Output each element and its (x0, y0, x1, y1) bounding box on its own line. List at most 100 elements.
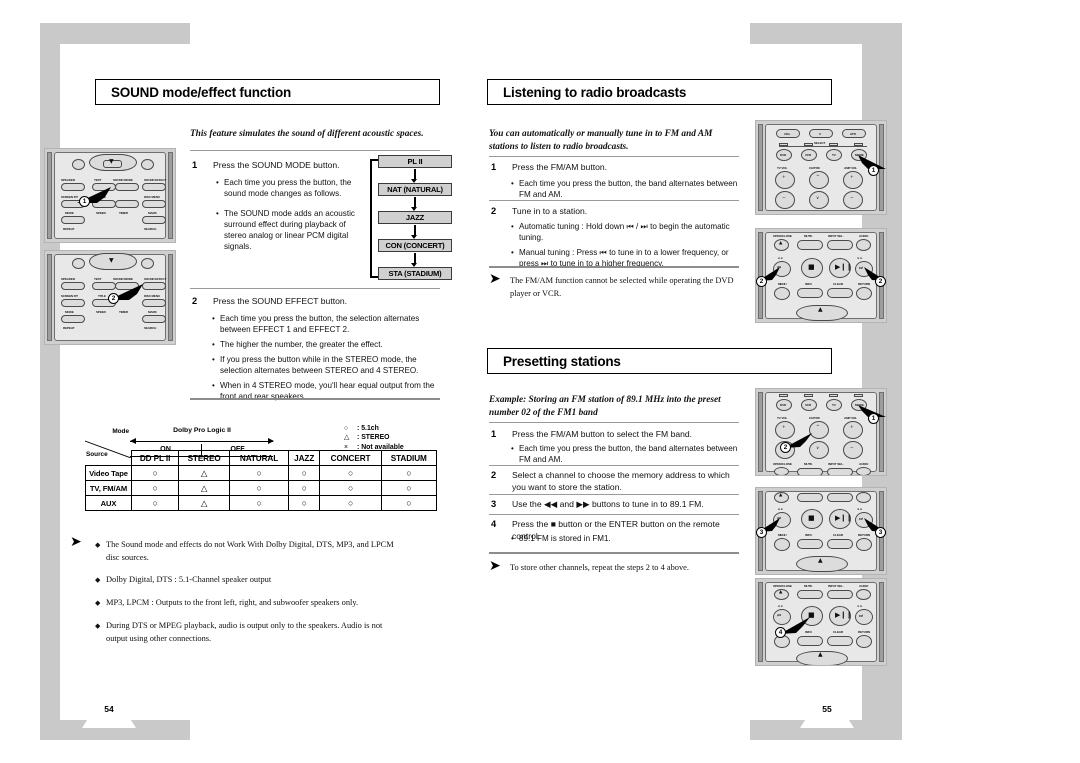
sound-effect-button[interactable] (142, 282, 166, 290)
mute-button[interactable] (797, 493, 823, 502)
menu-button[interactable] (774, 287, 790, 300)
callout-number: 1 (868, 165, 879, 176)
table-row: TV, FM/AM ○ △ ○ ○ ○ ○ (85, 480, 438, 496)
info-button[interactable] (797, 288, 823, 298)
info-button[interactable] (797, 636, 823, 646)
section-header-presetting-stations: Presetting stations (487, 348, 832, 374)
play-pause-icon: ▶❙❙ (835, 263, 853, 271)
mute-button[interactable] (797, 468, 823, 475)
eject-icon: ▲ (779, 493, 783, 498)
remote-illustration-sound-effect: ▼ SPEAKER TEST SOUND MODE SOUND EFFECT S… (44, 250, 176, 345)
audio-button[interactable] (856, 492, 871, 503)
menu-button[interactable] (774, 538, 790, 551)
step-bullets: • Automatic tuning : Hold down ⏮ / ⏭ to … (511, 221, 739, 269)
return-button[interactable] (856, 287, 872, 300)
aux-button[interactable] (141, 159, 154, 170)
audio-button[interactable] (856, 239, 871, 251)
table-cell: ○ (130, 495, 180, 511)
step-bullets: • Each time you press the button, the ba… (511, 178, 739, 200)
rewind-label: ◄◄ (777, 256, 783, 260)
mode-button[interactable] (61, 315, 85, 323)
step-bullets: • Each time you press the button, the so… (216, 177, 366, 252)
clear-label: CLEAR (833, 533, 843, 537)
table-cell: ○ (319, 480, 382, 496)
disc-menu-label: DISC MENU (144, 294, 161, 298)
info-button[interactable] (797, 539, 823, 549)
remote-side-rail (168, 254, 173, 341)
amp-vol-up-button[interactable] (843, 171, 863, 189)
table-cell: ○ (130, 480, 180, 496)
eject-icon: ▲ (779, 590, 783, 595)
flow-loop-line (370, 159, 372, 278)
table-cell: ○ (380, 480, 438, 496)
callout-number: 2 (780, 442, 791, 453)
flow-box: JAZZ (378, 211, 452, 224)
clear-button[interactable] (827, 539, 853, 549)
step-number: 1 (192, 160, 198, 170)
table-row-label: AUX (85, 495, 132, 511)
step-number: 4 (491, 519, 497, 529)
chevron-up-icon: ▲ (818, 557, 823, 564)
zero-button[interactable] (809, 129, 833, 138)
remote-side-rail (758, 392, 763, 472)
chevron-down-icon: ▼ (109, 158, 114, 165)
open-close-button[interactable] (774, 467, 789, 475)
disc-menu-button[interactable] (142, 299, 166, 307)
open-close-label: OPEN/CLOSE (773, 584, 792, 588)
mute-label: MUTE (804, 462, 813, 466)
amp-vol-up-button[interactable] (843, 421, 863, 439)
clear-button[interactable] (827, 288, 853, 298)
plus-icon: + (782, 425, 786, 430)
page-number-text: 55 (822, 704, 832, 714)
input-sel-button[interactable] (827, 493, 853, 502)
disc-menu-label: DISC MENU (144, 195, 161, 199)
table-cell: ○ (319, 495, 382, 511)
tv-vol-up-button[interactable] (775, 171, 795, 189)
led-indicator (779, 394, 788, 397)
speaker-label: SPEAKER (61, 277, 75, 281)
bullet-text: If you press the button while in the STE… (220, 355, 419, 375)
test-label: TEST (94, 178, 102, 182)
mute-button[interactable] (797, 590, 823, 599)
return-button[interactable] (856, 538, 872, 551)
minus-icon: − (782, 196, 786, 201)
disc-menu-button[interactable] (142, 200, 166, 208)
aux-button[interactable] (141, 258, 154, 269)
input-sel-button[interactable] (827, 468, 853, 475)
table-col-header: DD PL II (130, 450, 180, 466)
table-row: Video Tape ○ △ ○ ○ ○ ○ (85, 465, 438, 481)
audio-button[interactable] (856, 467, 871, 475)
section-title-text: SOUND mode/effect function (111, 84, 292, 100)
clear-button[interactable] (827, 636, 853, 646)
power-button[interactable] (72, 258, 85, 269)
audio-button[interactable] (856, 589, 871, 600)
table-row-label: TV, FM/AM (85, 480, 132, 496)
mode-button[interactable] (61, 216, 85, 224)
power-button[interactable] (72, 159, 85, 170)
sound-mode-button[interactable] (115, 183, 139, 191)
input-sel-button[interactable] (827, 240, 853, 250)
flow-arrow (411, 168, 417, 183)
speaker-button[interactable] (61, 282, 85, 290)
sound-effect-button[interactable] (142, 183, 166, 191)
bullet-dot: • (212, 355, 215, 364)
chevron-up-icon: ^ (816, 175, 820, 180)
note-arrow-icon: ➤ (489, 271, 501, 287)
mute-button[interactable] (797, 240, 823, 250)
ch-trk-up-button[interactable] (809, 171, 829, 189)
mark-button[interactable] (142, 315, 166, 323)
mute-label: MUTE (804, 234, 813, 238)
screen-fit-button[interactable] (61, 299, 85, 307)
step-text: Tune in to a station. (512, 206, 588, 216)
subtitle-button[interactable] (115, 200, 139, 208)
led-indicator (854, 143, 863, 146)
mark-button[interactable] (142, 216, 166, 224)
test-label: TEST (94, 277, 102, 281)
page-number-text: 54 (104, 704, 114, 714)
dvd-label: DVD (780, 153, 787, 157)
right-intro-text-1: You can automatically or manually tune i… (489, 129, 713, 152)
divider (489, 200, 739, 201)
skip-forward-button[interactable] (855, 609, 873, 625)
return-button[interactable] (856, 635, 872, 648)
input-sel-button[interactable] (827, 590, 853, 599)
